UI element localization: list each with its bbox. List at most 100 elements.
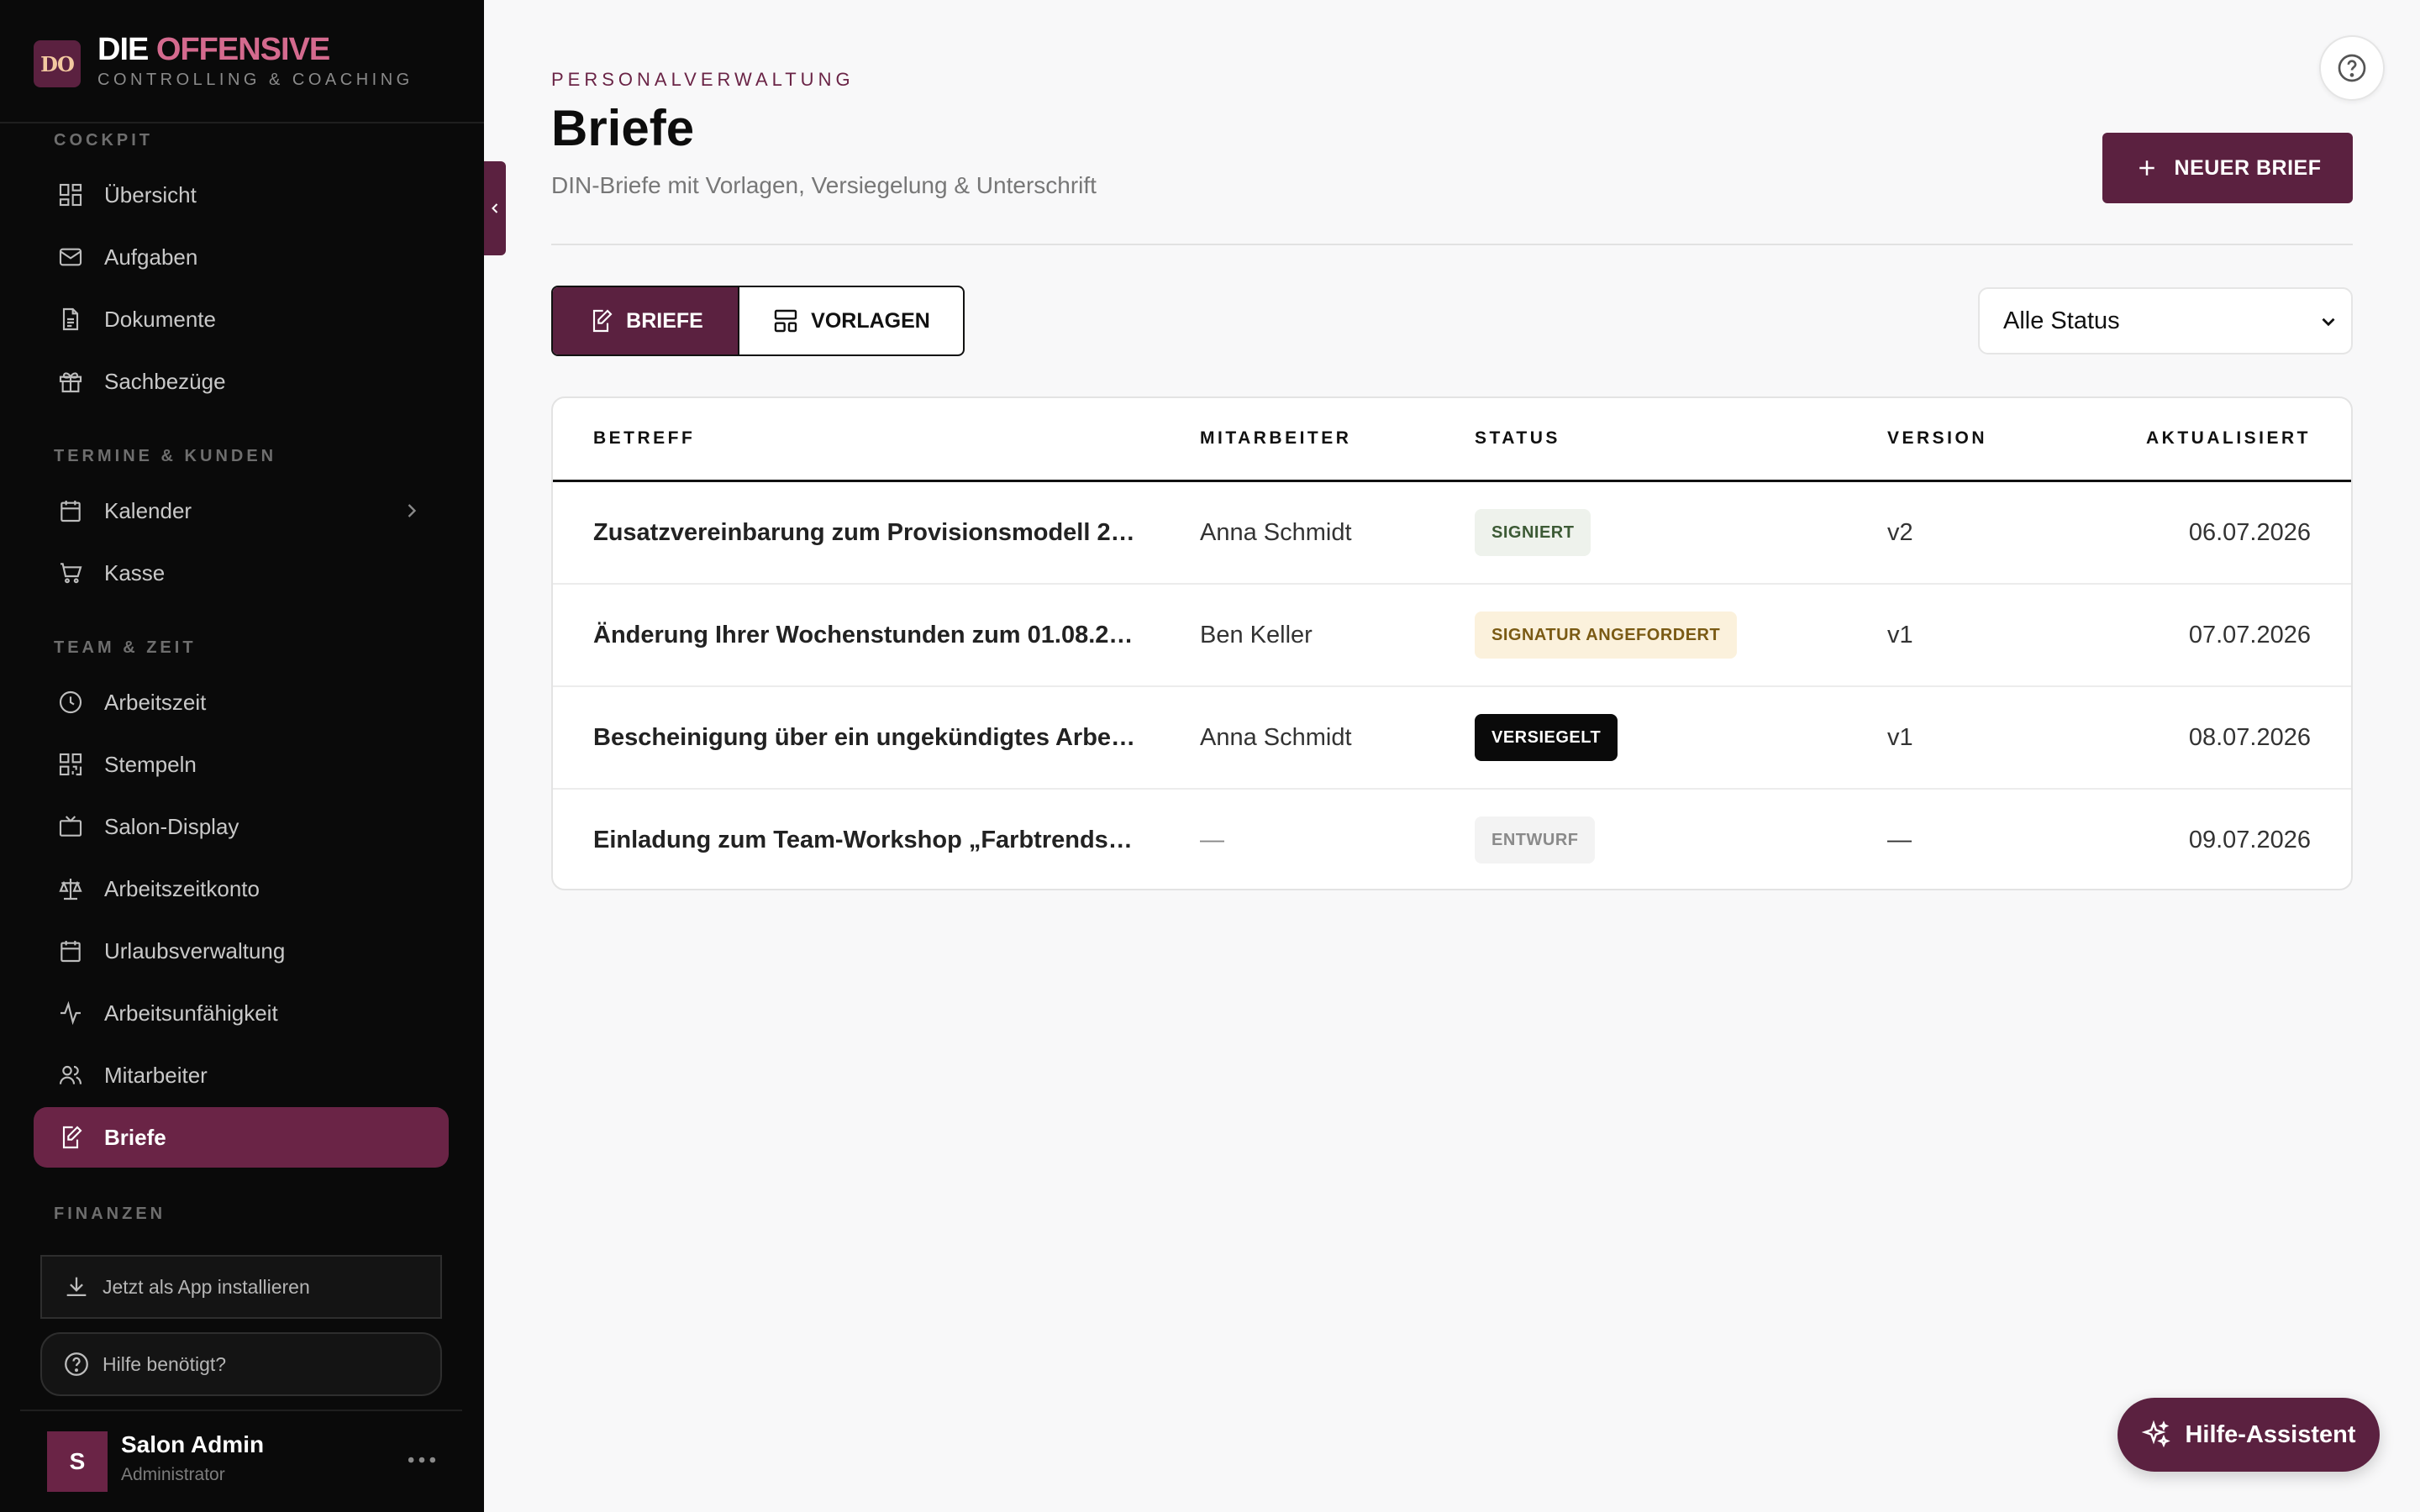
calendar-icon: [57, 937, 84, 964]
qr-code-icon: [57, 751, 84, 778]
nav-section-team: TEAM & ZEIT: [54, 638, 197, 657]
sidebar-item-label: Kasse: [104, 559, 166, 585]
tab-vorlagen-label: VORLAGEN: [811, 308, 930, 333]
sidebar-item-briefe[interactable]: Briefe: [34, 1107, 449, 1168]
sidebar-item-label: Mitarbeiter: [104, 1062, 208, 1088]
sidebar-item-label: Arbeitszeit: [104, 689, 207, 715]
brand-title-accent: OFFENSIVE: [155, 32, 330, 67]
edit-document-icon: [587, 307, 614, 334]
brand-subtitle: CONTROLLING & COACHING: [97, 71, 413, 89]
status-badge: ENTWURF: [1475, 816, 1596, 864]
mail-icon: [57, 244, 84, 270]
sidebar-item-label: Arbeitsunfähigkeit: [104, 1000, 278, 1026]
help-circle-icon: [62, 1350, 91, 1378]
breadcrumb: PERSONALVERWALTUNG: [551, 69, 855, 90]
tv-icon: [57, 813, 84, 840]
scale-icon: [57, 875, 84, 902]
page-subtitle: DIN-Briefe mit Vorlagen, Versiegelung & …: [551, 172, 1097, 198]
edit-document-icon: [57, 1124, 84, 1151]
sidebar-item-label: Dokumente: [104, 306, 216, 332]
table-row[interactable]: Änderung Ihrer Wochenstunden zum 01.08.2…: [553, 585, 2351, 687]
brand-title: DIE OFFENSIVE: [97, 32, 330, 68]
sidebar-item-urlaubsverwaltung[interactable]: Urlaubsverwaltung: [34, 921, 449, 981]
tab-briefe[interactable]: BRIEFE: [553, 287, 738, 354]
row-subject: Bescheinigung über ein ungekündigtes Arb…: [593, 724, 1136, 751]
tab-vorlagen[interactable]: VORLAGEN: [738, 287, 963, 354]
tab-briefe-label: BRIEFE: [626, 308, 703, 333]
sidebar-item-label: Kalender: [104, 497, 192, 523]
sidebar-item-kasse[interactable]: Kasse: [34, 543, 449, 603]
sidebar-item-stempeln[interactable]: Stempeln: [34, 734, 449, 795]
table-row[interactable]: Einladung zum Team-Workshop „Farbtrends……: [553, 790, 2351, 889]
brand-title-main: DIE: [97, 32, 156, 67]
sidebar-item-kalender[interactable]: Kalender: [34, 480, 449, 541]
dashboard-icon: [57, 181, 84, 208]
row-updated: 07.07.2026: [2188, 622, 2311, 648]
status-filter-value: Alle Status: [2003, 307, 2120, 334]
row-employee: Ben Keller: [1200, 622, 1313, 648]
sidebar-item-sachbezuege[interactable]: Sachbezüge: [34, 351, 449, 412]
nav-section-cockpit: COCKPIT: [54, 131, 153, 150]
row-subject: Änderung Ihrer Wochenstunden zum 01.08.2…: [593, 622, 1134, 648]
brand-header: DO DIE OFFENSIVE CONTROLLING & COACHING: [0, 0, 484, 123]
chevron-down-icon: [2317, 311, 2339, 333]
sidebar-item-label: Arbeitszeitkonto: [104, 875, 260, 901]
download-icon: [62, 1273, 91, 1301]
sidebar-item-arbeitszeit[interactable]: Arbeitszeit: [34, 672, 449, 732]
row-employee: Anna Schmidt: [1200, 519, 1352, 546]
more-options-icon[interactable]: [403, 1441, 440, 1478]
brand-logo: DO: [34, 40, 81, 87]
sidebar-item-label: Briefe: [104, 1124, 166, 1150]
help-assistant-button[interactable]: Hilfe-Assistent: [2118, 1398, 2380, 1472]
status-filter-select[interactable]: Alle Status: [1978, 287, 2353, 354]
view-tabs: BRIEFE VORLAGEN: [551, 286, 965, 356]
activity-icon: [57, 1000, 84, 1026]
sidebar-item-arbeitsunfaehigkeit[interactable]: Arbeitsunfähigkeit: [34, 983, 449, 1043]
sidebar-item-label: Salon-Display: [104, 813, 239, 839]
plus-icon: [2134, 155, 2160, 181]
sidebar-item-label: Übersicht: [104, 181, 197, 207]
sidebar-item-label: Stempeln: [104, 751, 197, 777]
sidebar-item-salon-display[interactable]: Salon-Display: [34, 796, 449, 857]
row-updated: 08.07.2026: [2188, 724, 2311, 751]
sidebar-item-dokumente[interactable]: Dokumente: [34, 289, 449, 349]
sidebar-item-label: Aufgaben: [104, 244, 198, 270]
row-updated: 06.07.2026: [2188, 519, 2311, 546]
row-employee: Anna Schmidt: [1200, 724, 1352, 751]
gift-icon: [57, 368, 84, 395]
help-assistant-label: Hilfe-Assistent: [2185, 1420, 2356, 1448]
row-version: v1: [1887, 622, 1913, 648]
nav-section-termine: TERMINE & KUNDEN: [54, 447, 277, 465]
header-divider: [551, 244, 2353, 245]
row-version: v2: [1887, 519, 1913, 546]
cart-icon: [57, 559, 84, 586]
row-subject: Einladung zum Team-Workshop „Farbtrends…: [593, 827, 1133, 853]
avatar: S: [47, 1431, 108, 1492]
table-row[interactable]: Zusatzvereinbarung zum Provisionsmodell …: [553, 482, 2351, 585]
column-header-version: VERSION: [1887, 428, 1988, 448]
row-subject: Zusatzvereinbarung zum Provisionsmodell …: [593, 519, 1135, 546]
sidebar: DO DIE OFFENSIVE CONTROLLING & COACHING …: [0, 0, 484, 1512]
help-needed-label: Hilfe benötigt?: [103, 1352, 227, 1375]
table-row[interactable]: Bescheinigung über ein ungekündigtes Arb…: [553, 687, 2351, 790]
sidebar-item-uebersicht[interactable]: Übersicht: [34, 165, 449, 225]
user-profile[interactable]: S Salon Admin Administrator: [20, 1410, 462, 1512]
sidebar-item-label: Sachbezüge: [104, 368, 226, 394]
help-needed-button[interactable]: Hilfe benötigt?: [40, 1332, 442, 1396]
nav-section-finanzen: FINANZEN: [54, 1205, 166, 1223]
status-badge: VERSIEGELT: [1475, 714, 1618, 761]
sidebar-item-aufgaben[interactable]: Aufgaben: [34, 227, 449, 287]
help-circle-icon: [2338, 54, 2366, 82]
column-header-aktualisiert: AKTUALISIERT: [2146, 428, 2311, 448]
template-icon: [772, 307, 799, 334]
column-header-betreff: BETREFF: [593, 428, 696, 448]
sidebar-item-mitarbeiter[interactable]: Mitarbeiter: [34, 1045, 449, 1105]
row-updated: 09.07.2026: [2188, 827, 2311, 853]
help-button[interactable]: [2319, 35, 2385, 101]
sidebar-item-arbeitszeitkonto[interactable]: Arbeitszeitkonto: [34, 858, 449, 919]
table-header: BETREFF MITARBEITER STATUS VERSION AKTUA…: [553, 398, 2351, 482]
user-role: Administrator: [121, 1465, 225, 1484]
sidebar-item-label: Urlaubsverwaltung: [104, 937, 286, 963]
new-letter-button[interactable]: NEUER BRIEF: [2102, 133, 2353, 203]
install-app-button[interactable]: Jetzt als App installieren: [40, 1255, 442, 1319]
